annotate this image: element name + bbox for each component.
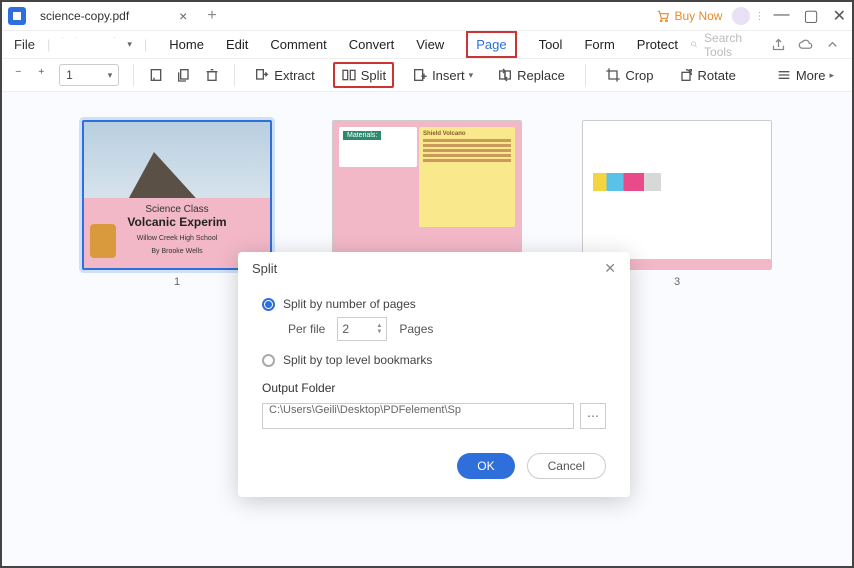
avatar-menu-icon[interactable]: ⋮ — [754, 11, 763, 22]
zoom-dropdown-icon[interactable]: ▾ — [108, 70, 113, 81]
redo-icon[interactable] — [101, 37, 102, 52]
menu-convert[interactable]: Convert — [349, 37, 395, 52]
page-number-1: 1 — [174, 276, 180, 288]
buy-now-link[interactable]: Buy Now — [656, 9, 722, 23]
minimize-button[interactable]: ― — [773, 6, 789, 26]
radio-split-by-bookmarks-label: Split by top level bookmarks — [283, 353, 432, 367]
undo-icon[interactable] — [88, 37, 89, 52]
split-button[interactable]: Split — [333, 62, 394, 88]
more-icon — [776, 67, 792, 83]
per-file-label: Per file — [288, 322, 325, 336]
menu-form[interactable]: Form — [584, 37, 614, 52]
print-icon[interactable] — [114, 37, 115, 52]
file-menu[interactable]: File — [14, 37, 35, 52]
tab-title: science-copy.pdf — [40, 9, 129, 23]
rotate-icon — [678, 67, 694, 83]
thumb1-line4: By Brooke Wells — [92, 248, 262, 255]
per-file-input[interactable]: 2 ▲ ▼ — [337, 317, 387, 341]
split-dialog: Split ✕ Split by number of pages Per fil… — [238, 252, 630, 497]
ok-button[interactable]: OK — [457, 453, 514, 479]
page-number-3: 3 — [674, 276, 680, 288]
thumb2-yellow-title: Shield Volcano — [423, 131, 511, 137]
email-icon[interactable] — [75, 37, 76, 52]
output-folder-label: Output Folder — [262, 381, 606, 395]
menu-edit[interactable]: Edit — [226, 37, 248, 52]
browse-folder-button[interactable]: ⋯ — [580, 403, 606, 429]
zoom-value: 1 — [66, 68, 73, 82]
insert-button[interactable]: Insert ▾ — [406, 63, 479, 87]
output-folder-path: C:\Users\Geili\Desktop\PDFelement\Sp — [269, 404, 461, 416]
zoom-out-icon[interactable] — [14, 67, 23, 83]
close-tab-icon[interactable]: × — [179, 8, 187, 24]
replace-label: Replace — [517, 68, 565, 83]
delete-page-icon[interactable] — [204, 67, 220, 83]
crop-button[interactable]: Crop — [599, 63, 659, 87]
radio-split-by-bookmarks[interactable] — [262, 354, 275, 367]
per-file-value: 2 — [342, 322, 349, 336]
output-folder-input[interactable]: C:\Users\Geili\Desktop\PDFelement\Sp — [262, 403, 574, 429]
crop-icon — [605, 67, 621, 83]
more-label: More — [796, 68, 826, 83]
maximize-button[interactable]: ▢ — [803, 6, 818, 26]
ok-label: OK — [477, 459, 494, 473]
page-thumbnail-2[interactable]: Materials: Shield Volcano — [332, 120, 522, 270]
page-copy-icon[interactable] — [176, 67, 192, 83]
print-dropdown-icon[interactable]: ▾ — [127, 39, 132, 50]
menu-tool[interactable]: Tool — [539, 37, 563, 52]
zoom-in-icon[interactable] — [37, 67, 46, 83]
user-avatar[interactable] — [732, 7, 750, 25]
page-thumbnail-3[interactable]: Periodic Table Chemical Formula H-O-O-H — [582, 120, 772, 270]
page-box-icon[interactable] — [148, 67, 164, 83]
cancel-button[interactable]: Cancel — [527, 453, 606, 479]
share-icon[interactable] — [771, 37, 786, 52]
search-tools[interactable]: Search Tools — [690, 31, 747, 59]
menu-comment[interactable]: Comment — [270, 37, 326, 52]
dialog-close-icon[interactable]: ✕ — [604, 260, 616, 277]
stepper-down-icon[interactable]: ▼ — [376, 329, 382, 335]
replace-icon — [497, 67, 513, 83]
thumb1-line1: Science Class — [92, 204, 262, 215]
pages-label: Pages — [399, 322, 433, 336]
collapse-ribbon-icon[interactable] — [825, 37, 840, 52]
app-icon — [8, 7, 26, 25]
close-window-button[interactable]: ✕ — [833, 6, 846, 26]
radio-split-by-pages[interactable] — [262, 298, 275, 311]
insert-caret-icon: ▾ — [469, 70, 474, 81]
split-label: Split — [361, 68, 386, 83]
zoom-level-input[interactable]: 1 ▾ — [59, 64, 119, 86]
cloud-icon[interactable] — [798, 37, 813, 52]
document-tab[interactable]: science-copy.pdf × — [32, 3, 195, 29]
split-icon — [341, 67, 357, 83]
thumb1-line3: Willow Creek High School — [92, 235, 262, 242]
extract-icon — [254, 67, 270, 83]
crop-label: Crop — [625, 68, 653, 83]
insert-icon — [412, 67, 428, 83]
rotate-label: Rotate — [698, 68, 736, 83]
page-thumbnail-1[interactable]: Science Class Volcanic Experim Willow Cr… — [82, 120, 272, 270]
menu-home[interactable]: Home — [169, 37, 204, 52]
more-button[interactable]: More ▸ — [770, 63, 840, 87]
extract-button[interactable]: Extract — [248, 63, 320, 87]
menu-page[interactable]: Page — [466, 31, 516, 58]
menu-view[interactable]: View — [416, 37, 444, 52]
cancel-label: Cancel — [548, 459, 585, 473]
search-placeholder: Search Tools — [704, 31, 747, 59]
rotate-button[interactable]: Rotate — [672, 63, 742, 87]
save-icon[interactable] — [62, 37, 63, 52]
dialog-title: Split — [252, 261, 277, 276]
menu-protect[interactable]: Protect — [637, 37, 678, 52]
thumb1-line2: Volcanic Experim — [92, 215, 262, 229]
insert-label: Insert — [432, 68, 465, 83]
radio-split-by-pages-label: Split by number of pages — [283, 297, 416, 311]
replace-button[interactable]: Replace — [491, 63, 571, 87]
more-caret-icon: ▸ — [829, 70, 834, 81]
buy-now-label: Buy Now — [674, 9, 722, 23]
thumb2-materials: Materials: — [343, 131, 381, 140]
add-tab-button[interactable]: + — [199, 7, 224, 25]
extract-label: Extract — [274, 68, 314, 83]
